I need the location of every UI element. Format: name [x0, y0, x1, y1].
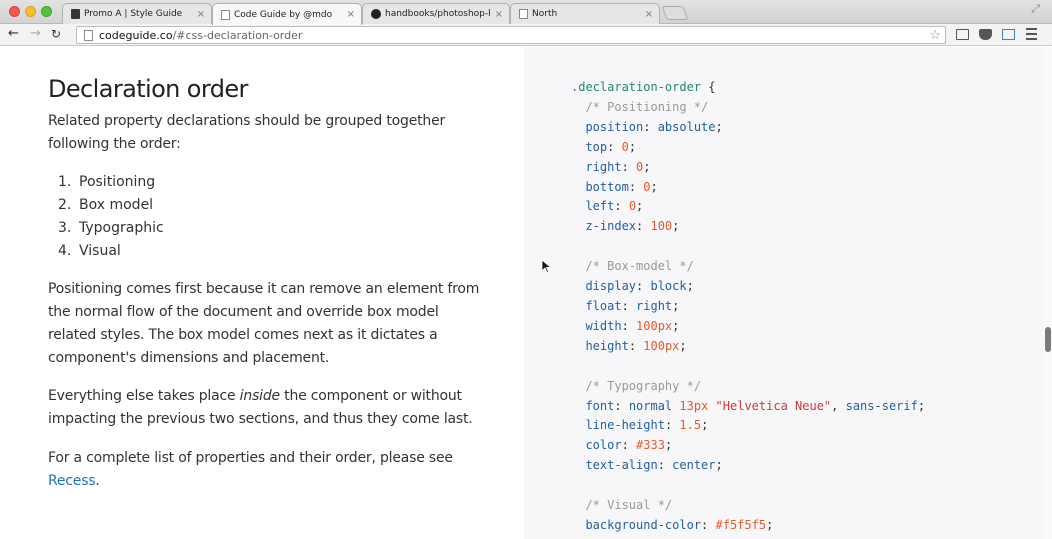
url-path: /#css-declaration-order — [172, 29, 303, 42]
reload-icon[interactable]: ↻ — [51, 27, 61, 41]
code-line: position: absolute; — [585, 119, 723, 134]
code-line: height: 100px; — [585, 338, 687, 353]
code-line: float: right; — [585, 298, 680, 313]
menu-icon[interactable] — [1026, 28, 1037, 40]
page-title: Declaration order — [48, 75, 248, 103]
window-zoom-button[interactable] — [41, 6, 52, 17]
code-line: .declaration-order { — [571, 80, 716, 94]
order-list: 1. Positioning 2. Box model 3. Typographic … — [58, 171, 164, 263]
recess-link[interactable]: Recess — [48, 473, 96, 489]
code-line: text-align: center; — [585, 458, 723, 473]
browser-toolbar: ← → ↻ codeguide.co/#css-declaration-orde… — [0, 24, 1052, 46]
positioning-paragraph: Positioning comes first because it can r… — [48, 281, 480, 366]
list-label: Positioning — [79, 174, 156, 190]
code-line: /* Box-model */ — [585, 259, 694, 274]
list-number: 4. — [58, 243, 72, 259]
tab-close-icon[interactable]: × — [495, 9, 503, 20]
code-line: font: normal 13px "Helvetica Neue", sans… — [585, 398, 926, 413]
code-line: line-height: 1.5; — [585, 418, 709, 433]
page-icon — [221, 9, 230, 20]
page-icon — [519, 9, 528, 19]
back-arrow-icon[interactable]: ← — [8, 26, 19, 41]
code-line: display: block; — [585, 279, 694, 294]
tab-bar: Promo A | Style Guide × Code Guide by @m… — [0, 0, 1052, 25]
emphasis-text: inside — [239, 388, 280, 404]
code-line: right: 0; — [585, 159, 651, 174]
tab-close-icon[interactable]: × — [645, 9, 653, 20]
tab-handbooks-photoshop[interactable]: handbooks/photoshop-h × — [362, 3, 510, 24]
list-item: 3. Typographic — [58, 217, 164, 240]
page-scrollbar[interactable] — [1044, 47, 1052, 539]
code-line: bottom: 0; — [585, 179, 658, 194]
list-label: Typographic — [79, 220, 164, 236]
url-host: codeguide.co — [99, 29, 173, 42]
code-line: left: 0; — [585, 199, 644, 214]
code-line: background-color: #f5f5f5; — [585, 517, 774, 532]
code-line: /* Positioning */ — [585, 99, 709, 114]
window-close-button[interactable] — [9, 6, 20, 17]
list-item: 2. Box model — [58, 194, 164, 217]
pocket-icon[interactable] — [979, 29, 992, 40]
tab-title: Code Guide by @mdo — [234, 9, 333, 20]
code-line: color: #333; — [585, 438, 673, 453]
forward-arrow-icon[interactable]: → — [30, 26, 41, 41]
cast-icon[interactable] — [956, 29, 969, 40]
css-code-block: .declaration-order { /* Positioning */ p… — [571, 78, 925, 536]
code-line: /* Typography */ — [585, 378, 702, 393]
tab-north[interactable]: North × — [510, 3, 660, 24]
tab-title: Promo A | Style Guide — [84, 9, 183, 19]
tab-close-icon[interactable]: × — [197, 9, 205, 20]
paragraph-text: Everything else takes place — [48, 388, 240, 404]
github-icon — [371, 9, 381, 19]
url-text[interactable]: codeguide.co/#css-declaration-order — [99, 29, 302, 42]
list-item: 1. Positioning — [58, 171, 164, 194]
extension-icon[interactable] — [1002, 29, 1015, 40]
code-line: top: 0; — [585, 139, 637, 154]
bootstrap-icon — [71, 9, 80, 19]
code-line: /* Visual */ — [585, 498, 673, 513]
page-content: Declaration order Related property decla… — [0, 47, 1052, 539]
list-label: Visual — [79, 243, 121, 259]
window-minimize-button[interactable] — [25, 6, 36, 17]
tab-code-guide[interactable]: Code Guide by @mdo × — [212, 3, 362, 25]
tab-title: handbooks/photoshop-h — [385, 9, 490, 19]
page-icon — [84, 30, 93, 41]
bookmark-star-icon[interactable]: ☆ — [929, 27, 941, 43]
list-number: 1. — [58, 174, 72, 190]
code-line: width: 100px; — [585, 318, 680, 333]
list-label: Box model — [79, 197, 154, 213]
scrollbar-thumb[interactable] — [1045, 327, 1051, 352]
intro-paragraph: Related property declarations should be … — [48, 113, 446, 152]
paragraph-text: For a complete list of properties and th… — [48, 450, 453, 466]
list-number: 2. — [58, 197, 72, 213]
list-number: 3. — [58, 220, 72, 236]
properties-list-paragraph: For a complete list of properties and th… — [48, 447, 488, 493]
tab-promo-style-guide[interactable]: Promo A | Style Guide × — [62, 3, 212, 24]
address-bar[interactable]: codeguide.co/#css-declaration-order ☆ — [76, 26, 946, 44]
code-line: z-index: 100; — [585, 219, 680, 234]
everything-else-paragraph: Everything else takes place inside the c… — [48, 385, 488, 431]
paragraph-text: . — [95, 473, 100, 489]
tab-title: North — [532, 9, 558, 19]
fullscreen-icon[interactable]: ⤢ — [1031, 3, 1040, 16]
list-item: 4. Visual — [58, 240, 164, 263]
new-tab-button[interactable] — [661, 6, 689, 20]
tab-close-icon[interactable]: × — [347, 9, 355, 20]
code-example-panel: .declaration-order { /* Positioning */ p… — [524, 47, 1044, 539]
